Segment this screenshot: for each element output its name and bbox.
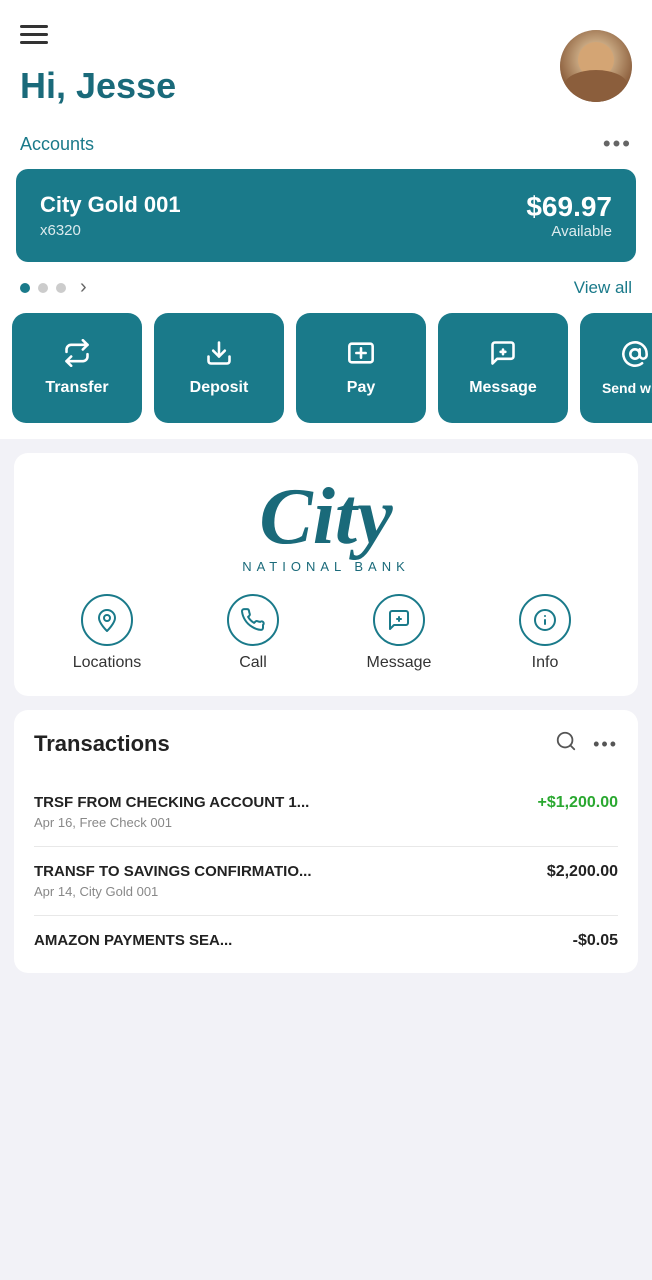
bank-logo-sub: NATIONAL BANK [242,559,410,574]
bank-info-button[interactable]: Info [472,594,618,672]
pay-label: Pay [347,379,375,397]
locations-icon [81,594,133,646]
trans-date: Apr 16, Free Check 001 [34,815,309,830]
dot-3[interactable] [56,283,66,293]
trans-left: TRSF FROM CHECKING ACCOUNT 1... Apr 16, … [34,794,309,830]
greeting-text: Hi, Jesse [20,65,176,107]
bank-logo-national: NATIONAL BANK [242,559,410,574]
bank-actions-row: Locations Call Message [34,594,618,672]
account-card-right: $69.97 Available [526,191,612,240]
accounts-label: Accounts [20,134,94,155]
pay-icon [347,339,375,371]
transfer-icon [63,339,91,371]
pay-button[interactable]: Pay [296,313,426,423]
account-card-left: City Gold 001 x6320 [40,192,181,239]
avatar-image [560,30,632,102]
bank-logo-area: City NATIONAL BANK [34,477,618,574]
trans-amount: +$1,200.00 [537,794,618,812]
dot-2[interactable] [38,283,48,293]
trans-date: Apr 14, City Gold 001 [34,884,312,899]
avatar[interactable] [560,30,632,102]
transactions-title: Transactions [34,731,170,757]
account-available-label: Available [526,223,612,240]
table-row[interactable]: TRSF FROM CHECKING ACCOUNT 1... Apr 16, … [34,778,618,847]
trans-name: TRANSF TO SAVINGS CONFIRMATIO... [34,863,312,880]
account-name: City Gold 001 [40,192,181,218]
info-label: Info [532,654,559,672]
bank-message-button[interactable]: Message [326,594,472,672]
deposit-label: Deposit [190,379,249,397]
locations-label: Locations [73,654,142,672]
message-label: Message [469,379,537,397]
bank-card: City NATIONAL BANK Locations Call [14,453,638,696]
pagination-row: › View all [0,262,652,313]
bank-message-icon [373,594,425,646]
search-icon[interactable] [555,730,577,758]
message-button[interactable]: Message [438,313,568,423]
accounts-more-button[interactable]: ••• [603,131,632,157]
bank-logo-text: City [259,477,392,557]
pagination-arrow[interactable]: › [80,276,87,299]
transfer-label: Transfer [45,379,108,397]
header-left: Hi, Jesse [20,20,176,107]
trans-name: TRSF FROM CHECKING ACCOUNT 1... [34,794,309,811]
send-icon [621,340,649,372]
table-row[interactable]: AMAZON PAYMENTS SEA... -$0.05 [34,916,618,953]
deposit-button[interactable]: Deposit [154,313,284,423]
trans-amount: $2,200.00 [547,863,618,881]
bank-logo: City NATIONAL BANK [34,477,618,574]
account-number: x6320 [40,222,181,239]
hamburger-menu[interactable] [20,20,176,49]
table-row[interactable]: TRANSF TO SAVINGS CONFIRMATIO... Apr 14,… [34,847,618,916]
header: Hi, Jesse [0,0,652,123]
bank-logo-big: City [259,477,392,557]
trans-left: TRANSF TO SAVINGS CONFIRMATIO... Apr 14,… [34,863,312,899]
transactions-icons: ••• [555,730,618,758]
send-label: Send with [602,380,652,396]
transactions-header: Transactions ••• [34,730,618,758]
info-icon [519,594,571,646]
transactions-more-button[interactable]: ••• [593,734,618,755]
deposit-icon [205,339,233,371]
trans-amount: -$0.05 [573,932,618,950]
accounts-header: Accounts ••• [0,123,652,169]
transactions-card: Transactions ••• TRSF FROM CHECKING ACCO… [14,710,638,973]
pagination-dots: › [20,276,87,299]
dot-1[interactable] [20,283,30,293]
account-card[interactable]: City Gold 001 x6320 $69.97 Available [16,169,636,262]
message-icon [489,339,517,371]
transfer-button[interactable]: Transfer [12,313,142,423]
actions-row: Transfer Deposit Pay [0,313,652,439]
account-card-container: City Gold 001 x6320 $69.97 Available [0,169,652,262]
trans-left: AMAZON PAYMENTS SEA... [34,932,232,953]
view-all-button[interactable]: View all [574,278,632,298]
bank-message-label: Message [367,654,432,672]
trans-name: AMAZON PAYMENTS SEA... [34,932,232,949]
call-label: Call [239,654,267,672]
send-button[interactable]: Send with [580,313,652,423]
account-balance: $69.97 [526,191,612,223]
bank-call-button[interactable]: Call [180,594,326,672]
bank-locations-button[interactable]: Locations [34,594,180,672]
call-icon [227,594,279,646]
